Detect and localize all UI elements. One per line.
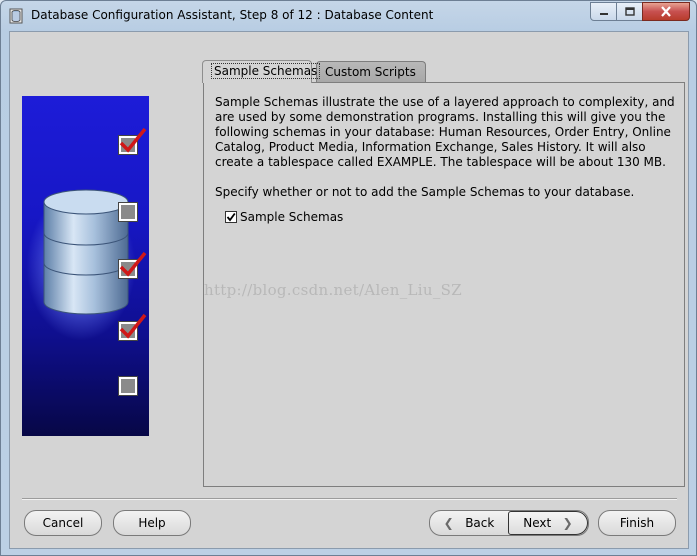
- close-icon: [661, 6, 671, 17]
- step-checkbox-2: [118, 202, 138, 222]
- divider: [22, 498, 677, 500]
- next-label: Next: [523, 516, 552, 530]
- dialog-body: Sample Schemas Custom Scripts Sample Sch…: [9, 31, 689, 549]
- chevron-right-icon: ❯: [562, 516, 573, 530]
- chevron-left-icon: ❮: [443, 516, 454, 530]
- step-checkbox-4: [118, 321, 138, 341]
- tab-sample-schemas[interactable]: Sample Schemas: [202, 60, 321, 83]
- close-button[interactable]: [642, 2, 690, 21]
- maximize-icon: [624, 7, 635, 16]
- sample-schemas-option[interactable]: Sample Schemas: [225, 210, 343, 224]
- back-label: Back: [465, 516, 495, 530]
- maximize-button[interactable]: [616, 2, 643, 21]
- finish-button[interactable]: Finish: [598, 510, 676, 536]
- tab-label: Custom Scripts: [325, 65, 416, 79]
- help-button[interactable]: Help: [113, 510, 191, 536]
- step-checkbox-5: [118, 376, 138, 396]
- wizard-graphic: [22, 96, 149, 436]
- description-text: Sample Schemas illustrate the use of a l…: [215, 95, 675, 169]
- window-title: Database Configuration Assistant, Step 8…: [31, 8, 434, 22]
- tab-label: Sample Schemas: [211, 63, 321, 79]
- step-checkbox-1: [118, 135, 138, 155]
- app-icon: [9, 8, 23, 24]
- sample-schemas-checkbox[interactable]: [225, 211, 237, 223]
- dialog-window: Database Configuration Assistant, Step 8…: [0, 0, 697, 556]
- tab-custom-scripts[interactable]: Custom Scripts: [316, 61, 426, 82]
- next-button[interactable]: Next ❯: [508, 511, 588, 535]
- minimize-icon: [599, 12, 608, 15]
- minimize-button[interactable]: [590, 2, 617, 21]
- back-button[interactable]: ❮ Back: [430, 510, 508, 536]
- step-checkbox-3: [118, 259, 138, 279]
- title-bar[interactable]: Database Configuration Assistant, Step 8…: [1, 1, 696, 31]
- checkbox-label: Sample Schemas: [240, 210, 344, 224]
- watermark: http://blog.csdn.net/Alen_Liu_SZ: [204, 281, 462, 299]
- check-icon: [226, 212, 236, 222]
- cancel-button[interactable]: Cancel: [24, 510, 102, 536]
- instruction-text: Specify whether or not to add the Sample…: [215, 185, 635, 199]
